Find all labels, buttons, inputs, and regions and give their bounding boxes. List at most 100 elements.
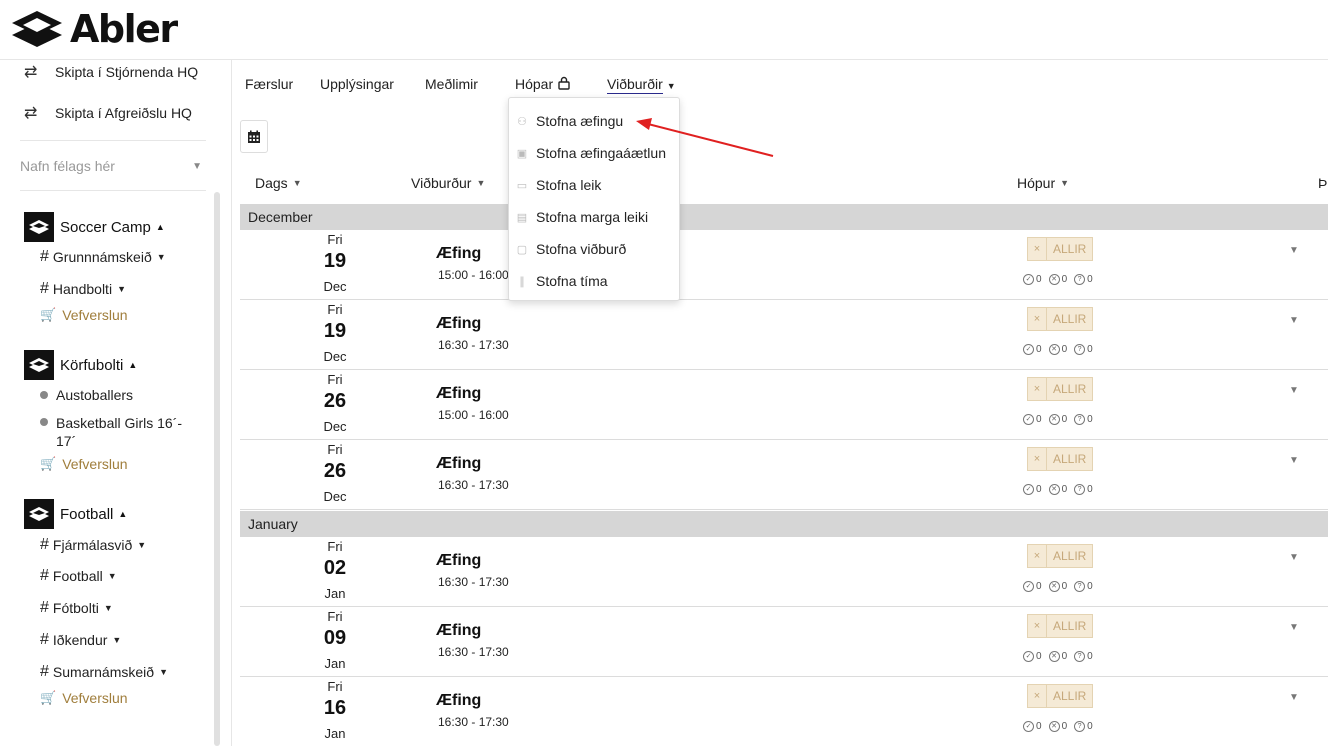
remove-tag-icon[interactable]: × [1028, 308, 1047, 330]
remove-tag-icon[interactable]: × [1028, 545, 1047, 567]
menu-item-stofna-aefingaaaetlun[interactable]: ▣ Stofna æfingaáætlun [515, 145, 666, 161]
shop-link[interactable]: 🛒 Vefverslun [40, 690, 128, 706]
declined-count: 0 [1061, 274, 1068, 285]
group-handbolti[interactable]: # Handbolti ▼ [40, 280, 126, 298]
club-soccer-camp[interactable]: Soccer Camp ▲ [24, 212, 165, 242]
event-day: 26 [323, 390, 347, 412]
group-tag: × ALLIR [1027, 684, 1094, 708]
remove-tag-icon[interactable]: × [1028, 685, 1047, 707]
menu-item-stofna-vidburd[interactable]: ▢ Stofna viðburð [515, 241, 627, 257]
shop-link[interactable]: 🛒 Vefverslun [40, 456, 128, 472]
event-title[interactable]: Æfing [436, 552, 481, 570]
switch-label: Skipta í Afgreiðslu HQ [55, 105, 192, 121]
event-title[interactable]: Æfing [436, 315, 481, 333]
brand-name: Abler [70, 7, 178, 51]
switch-stjornenda-hq[interactable]: ⇄ Skipta í Stjórnenda HQ [24, 62, 198, 82]
row-menu-caret-icon[interactable]: ▼ [1289, 622, 1299, 633]
team-austoballers[interactable]: Austoballers [40, 387, 133, 403]
hash-icon: # [40, 248, 49, 265]
sidebar-scrollbar[interactable] [214, 192, 220, 746]
switch-afgreidslu-hq[interactable]: ⇄ Skipta í Afgreiðslu HQ [24, 103, 192, 123]
row-menu-caret-icon[interactable]: ▼ [1289, 315, 1299, 326]
event-row[interactable]: Fri 19 Dec Æfing 16:30 - 17:30 × ALLIR ✓ 0 ✕ 0? 0 ▼ [240, 300, 1328, 370]
tab-upplysingar[interactable]: Upplýsingar [320, 76, 394, 92]
event-month: Dec [323, 349, 347, 364]
group-fotbolti[interactable]: # Fótbolti ▼ [40, 599, 113, 617]
attendance-stats: ✓ 0 ✕ 0? 0 [1023, 721, 1098, 732]
event-title[interactable]: Æfing [436, 622, 481, 640]
group-label: Iðkendur [52, 632, 108, 648]
x-circle-icon: ✕ [1048, 651, 1060, 662]
group-sumarnamskeid[interactable]: # Sumarnámskeið ▼ [40, 663, 168, 681]
event-row[interactable]: Fri 02 Jan Æfing 16:30 - 17:30 × ALLIR ✓ 0 ✕ 0? 0 ▼ [240, 537, 1328, 607]
remove-tag-icon[interactable]: × [1028, 615, 1047, 637]
team-basketball-girls[interactable]: Basketball Girls 16´- 17´ [40, 414, 200, 450]
question-circle-icon: ? [1074, 414, 1086, 425]
row-menu-caret-icon[interactable]: ▼ [1289, 552, 1299, 563]
group-idkendur[interactable]: # Iðkendur ▼ [40, 631, 121, 649]
hash-icon: # [40, 280, 49, 297]
row-menu-caret-icon[interactable]: ▼ [1289, 692, 1299, 703]
event-day: 19 [323, 320, 347, 342]
column-hopur[interactable]: Hópur ▼ [1017, 175, 1069, 191]
event-row[interactable]: Fri 16 Jan Æfing 16:30 - 17:30 × ALLIR ✓ 0 ✕ 0? 0 ▼ [240, 677, 1328, 746]
event-title[interactable]: Æfing [436, 692, 481, 710]
club-name: Körfubolti [60, 356, 124, 374]
event-time: 16:30 - 17:30 [438, 715, 509, 729]
group-tag: × ALLIR [1027, 307, 1094, 331]
event-row[interactable]: Fri 26 Dec Æfing 15:00 - 16:00 × ALLIR ✓ 0 ✕ 0? 0 ▼ [240, 370, 1328, 440]
menu-item-label: Stofna viðburð [536, 241, 627, 257]
club-football[interactable]: Football ▲ [24, 499, 127, 529]
event-title[interactable]: Æfing [436, 385, 481, 403]
group-label: Grunnnámskeið [52, 249, 152, 265]
abler-logo[interactable]: Abler [10, 7, 178, 51]
divider [20, 140, 206, 141]
chevron-down-icon: ▼ [192, 160, 202, 172]
shop-link[interactable]: 🛒 Vefverslun [40, 307, 128, 323]
menu-item-stofna-tima[interactable]: ∥ Stofna tíma [515, 273, 607, 289]
event-weekday: Fri [327, 232, 343, 247]
menu-item-stofna-leik[interactable]: ▭ Stofna leik [515, 177, 602, 193]
column-vidburdur[interactable]: Viðburður ▼ [411, 175, 485, 191]
club-korfubolti[interactable]: Körfubolti ▲ [24, 350, 137, 380]
group-grunnnamskeid[interactable]: # Grunnnámskeið ▼ [40, 248, 166, 266]
calendar-button[interactable] [240, 120, 268, 153]
group-fjarmalasvid[interactable]: # Fjármálasvið ▼ [40, 536, 146, 554]
club-logo-icon [24, 499, 54, 529]
tab-hopar[interactable]: Hópar [515, 76, 571, 92]
group-label: Sumarnámskeið [52, 664, 155, 680]
org-select[interactable]: Nafn félags hér ▼ [20, 156, 202, 176]
event-icon: ▢ [516, 243, 528, 256]
event-weekday: Fri [327, 609, 343, 624]
row-menu-caret-icon[interactable]: ▼ [1289, 385, 1299, 396]
event-title[interactable]: Æfing [436, 455, 481, 473]
training-icon: ⚇ [517, 115, 527, 128]
event-row[interactable]: Fri 09 Jan Æfing 16:30 - 17:30 × ALLIR ✓ 0 ✕ 0? 0 ▼ [240, 607, 1328, 677]
event-row[interactable]: Fri 19 Dec Æfing 15:00 - 16:00 × ALLIR ✓ 0 ✕ 0? 0 ▼ [240, 230, 1328, 300]
tab-faerslur[interactable]: Færslur [245, 76, 293, 92]
club-name: Football [60, 505, 114, 523]
caret-down-icon: ▼ [1060, 178, 1070, 188]
column-dags[interactable]: Dags ▼ [255, 175, 302, 191]
column-cutoff[interactable]: Þ [1318, 175, 1328, 191]
tab-medlimir[interactable]: Meðlimir [425, 76, 478, 92]
attending-count: 0 [1036, 274, 1042, 285]
tab-vidburdir[interactable]: Viðburðir ▼ [607, 76, 676, 94]
group-tag-label: ALLIR [1053, 312, 1087, 326]
group-tag-label: ALLIR [1053, 242, 1087, 256]
row-menu-caret-icon[interactable]: ▼ [1289, 245, 1299, 256]
remove-tag-icon[interactable]: × [1028, 238, 1047, 260]
menu-item-stofna-aefingu[interactable]: ⚇ Stofna æfingu [515, 113, 623, 129]
event-row[interactable]: Fri 26 Dec Æfing 16:30 - 17:30 × ALLIR ✓ 0 ✕ 0? 0 ▼ [240, 440, 1328, 510]
row-menu-caret-icon[interactable]: ▼ [1289, 455, 1299, 466]
menu-item-stofna-marga-leiki[interactable]: ▤ Stofna marga leiki [515, 209, 648, 225]
top-bar: Abler [0, 0, 1328, 60]
remove-tag-icon[interactable]: × [1028, 448, 1047, 470]
group-football[interactable]: # Football ▼ [40, 567, 117, 585]
tab-label: Hópar [515, 76, 554, 92]
remove-tag-icon[interactable]: × [1028, 378, 1047, 400]
unknown-count: 0 [1087, 484, 1093, 495]
question-circle-icon: ? [1074, 344, 1086, 355]
event-title[interactable]: Æfing [436, 245, 481, 263]
check-circle-icon: ✓ [1023, 721, 1034, 732]
